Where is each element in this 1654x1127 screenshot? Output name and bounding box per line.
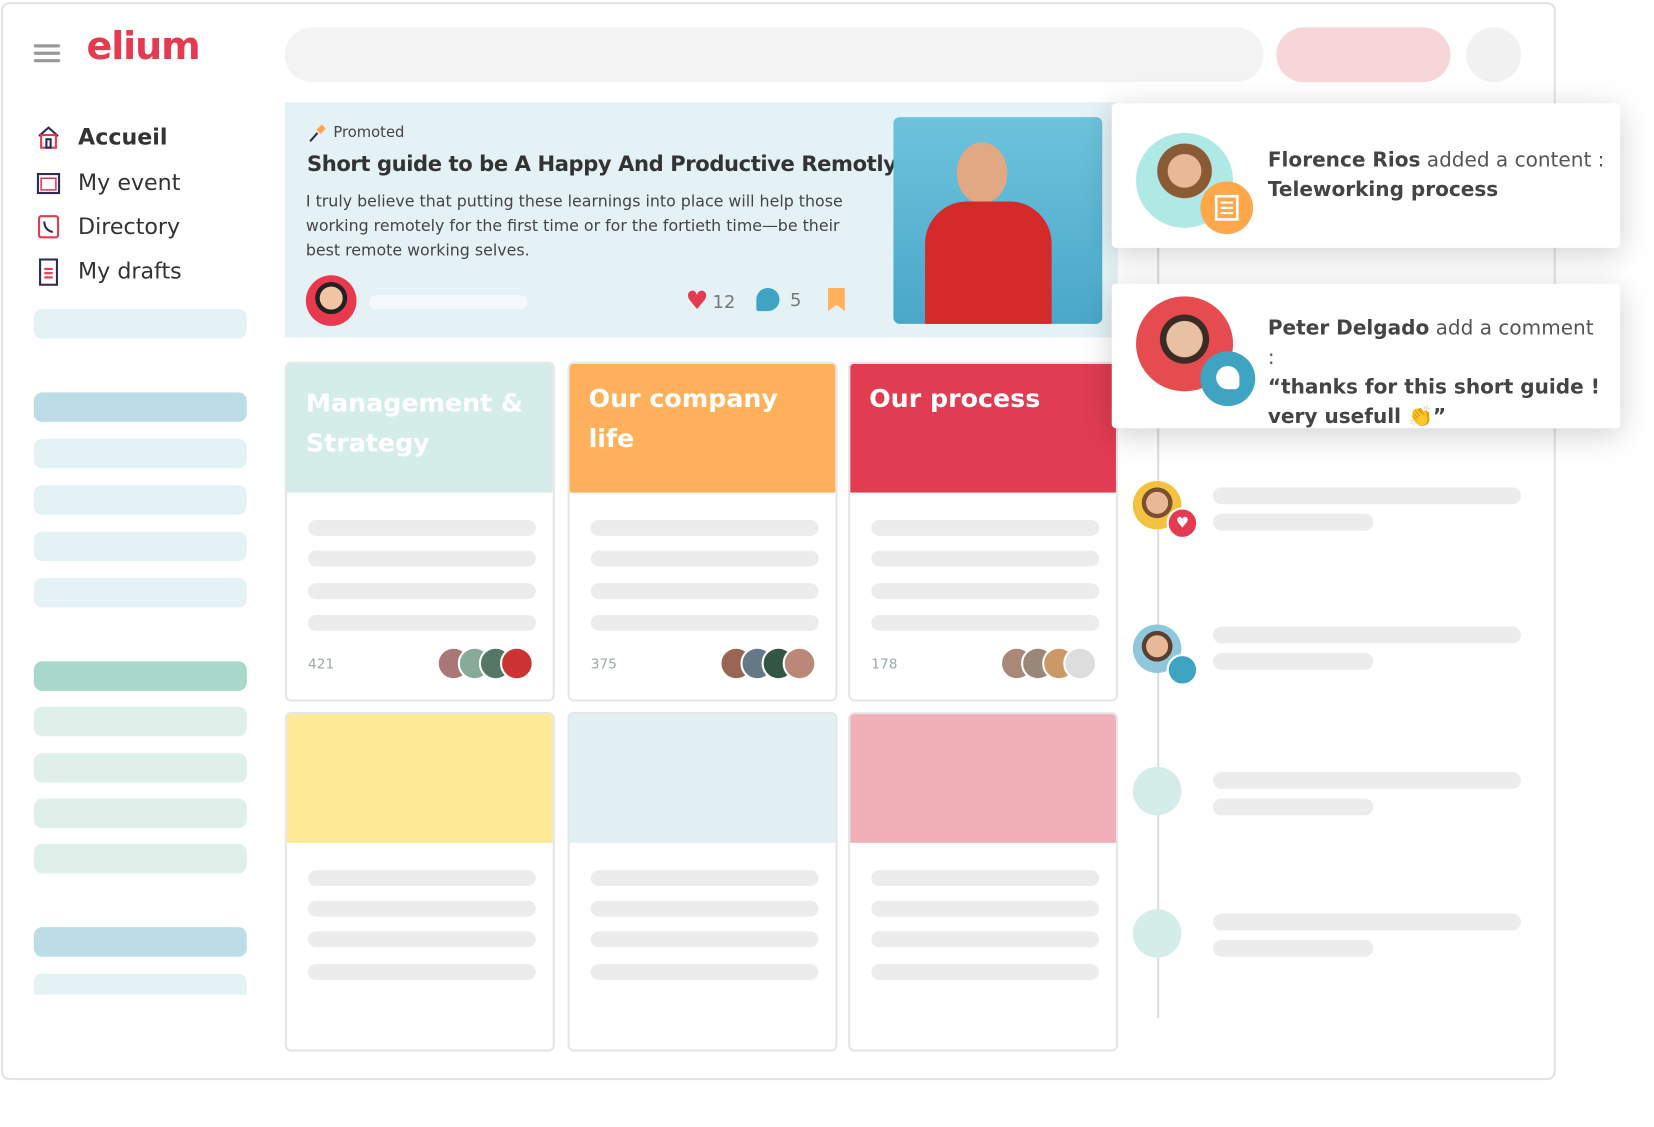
like-button[interactable]: ♥ 12	[686, 288, 736, 313]
sidebar-placeholder	[33, 753, 247, 783]
sidebar-item-label: My drafts	[78, 258, 182, 284]
sidebar-item-my-drafts[interactable]: My drafts	[36, 258, 182, 286]
sidebar-item-label: My event	[78, 169, 181, 196]
sidebar-item-label: Directory	[78, 214, 181, 240]
phone-book-icon	[36, 214, 61, 239]
sidebar-placeholder	[33, 578, 247, 608]
user-name[interactable]: Florence Rios	[1268, 149, 1421, 172]
calendar-icon	[36, 170, 61, 195]
sidebar-item-directory[interactable]: Directory	[36, 214, 180, 239]
content-count: 375	[590, 657, 617, 673]
create-button[interactable]	[1276, 27, 1451, 83]
article-image	[893, 117, 1103, 324]
content-count: 178	[871, 657, 898, 673]
notification-text: Florence Rios added a content : Telework…	[1268, 146, 1605, 205]
avatar-placeholder	[1132, 909, 1182, 958]
sidebar-placeholder	[33, 438, 247, 469]
sidebar-item-accueil[interactable]: Accueil	[36, 124, 168, 150]
sidebar-placeholder	[33, 798, 247, 829]
sidebar-placeholder	[33, 927, 247, 957]
category-title: Management & Strategy	[286, 363, 553, 493]
promoted-card[interactable]: Promoted Short guide to be A Happy And P…	[284, 102, 1119, 338]
category-card[interactable]	[848, 711, 1119, 1052]
likes-count: 12	[712, 292, 736, 314]
heart-icon: ♥	[685, 285, 709, 316]
category-card[interactable]: Management & Strategy 421	[284, 361, 555, 702]
content-link[interactable]: Teleworking process	[1268, 178, 1498, 201]
logo[interactable]: elium	[86, 25, 200, 68]
sidebar-placeholder	[33, 843, 247, 874]
category-title: Our company life	[569, 363, 836, 493]
member-avatars	[719, 646, 817, 681]
sidebar-placeholder	[33, 309, 247, 339]
comment-icon	[756, 287, 780, 312]
category-card[interactable]: Our process 178	[848, 361, 1119, 702]
comment-icon	[1166, 653, 1199, 686]
search-input[interactable]	[284, 27, 1264, 83]
user-name[interactable]: Peter Delgado	[1268, 316, 1429, 339]
bookmark-icon[interactable]	[828, 287, 845, 315]
comment-text: “thanks for this short guide ! very usef…	[1267, 375, 1600, 429]
notification-card[interactable]: Peter Delgado add a comment : “thanks fo…	[1111, 283, 1621, 431]
category-card[interactable]	[567, 711, 838, 1052]
action-text: added a content :	[1426, 148, 1605, 172]
sidebar-item-my-event[interactable]: My event	[36, 169, 181, 196]
member-avatars	[999, 646, 1097, 681]
pin-icon	[308, 123, 327, 143]
article-icon	[1200, 181, 1254, 235]
home-icon	[36, 124, 61, 149]
article-excerpt: I truly believe that putting these learn…	[305, 191, 843, 260]
comment-button[interactable]: 5	[756, 287, 802, 312]
author-name-placeholder	[369, 295, 528, 310]
sidebar-item-label: Accueil	[78, 124, 168, 150]
category-title: Our process	[850, 363, 1116, 493]
sidebar-placeholder	[33, 706, 247, 737]
article-title[interactable]: Short guide to be A Happy And Productive…	[307, 151, 897, 176]
heart-icon: ♥	[1166, 507, 1199, 540]
notification-text: Peter Delgado add a comment : “thanks fo…	[1268, 313, 1606, 431]
author-avatar[interactable]	[305, 275, 357, 326]
avatar-placeholder	[1132, 766, 1182, 816]
promoted-badge: Promoted	[333, 124, 405, 142]
comments-count: 5	[790, 290, 802, 312]
sidebar-placeholder	[33, 531, 247, 562]
avatar[interactable]	[1466, 27, 1522, 83]
sidebar-placeholder	[33, 485, 247, 515]
menu-icon[interactable]	[33, 44, 61, 63]
sidebar-placeholder	[33, 392, 247, 422]
category-card[interactable]: Our company life 375	[567, 361, 838, 702]
comment-icon	[1200, 351, 1256, 407]
sidebar-placeholder	[33, 661, 247, 691]
member-avatars	[436, 646, 534, 681]
content-count: 421	[308, 657, 335, 673]
draft-icon	[36, 258, 61, 286]
sidebar-placeholder	[33, 973, 247, 995]
notification-card[interactable]: Florence Rios added a content : Telework…	[1111, 103, 1621, 248]
category-card[interactable]	[284, 711, 555, 1052]
